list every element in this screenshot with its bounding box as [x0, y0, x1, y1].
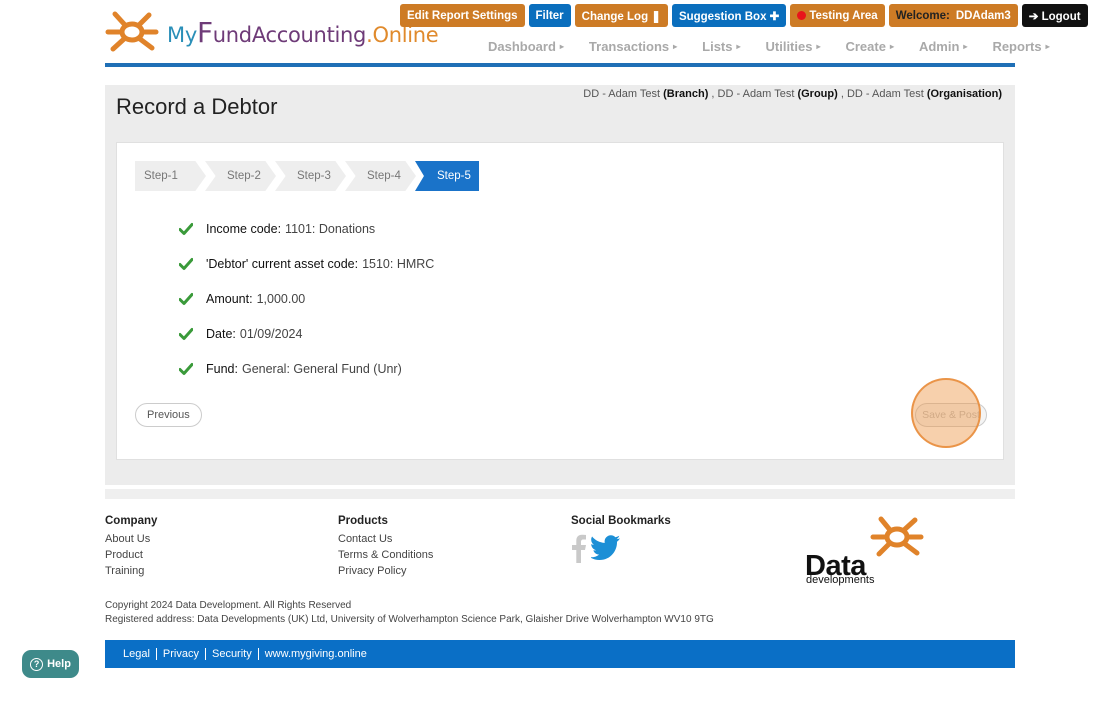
- summary-fund: Fund: General: General Fund (Unr): [179, 351, 434, 386]
- caret-right-icon: ▸: [816, 42, 821, 51]
- footer-company-heading: Company: [105, 515, 158, 527]
- panel-bottom-strip: [105, 489, 1015, 499]
- header-divider: [105, 63, 1015, 67]
- footer-link-privacy-policy[interactable]: Privacy Policy: [338, 565, 433, 577]
- footer-bar-legal[interactable]: Legal: [117, 648, 156, 660]
- footer-company: Company About Us Product Training: [105, 515, 157, 581]
- footer-link-contact-us[interactable]: Contact Us: [338, 533, 433, 545]
- top-action-bar: Edit Report Settings Filter Change Log ❚…: [400, 4, 1088, 27]
- nav-lists[interactable]: Lists ▸: [702, 39, 740, 54]
- question-icon: ?: [30, 657, 44, 671]
- wizard-steps: Step-1 Step-2 Step-3 Step-4 Step-5: [135, 161, 479, 191]
- caret-right-icon: ▸: [559, 42, 564, 51]
- twitter-icon[interactable]: [591, 535, 621, 561]
- suggestion-box-button[interactable]: Suggestion Box ✚: [671, 4, 787, 27]
- registered-address: Registered address: Data Developments (U…: [105, 614, 714, 625]
- step-3[interactable]: Step-3: [275, 161, 346, 191]
- footer-link-about-us[interactable]: About Us: [105, 533, 157, 545]
- help-button[interactable]: ? Help: [22, 650, 79, 678]
- breadcrumb: DD - Adam Test (Branch) , DD - Adam Test…: [583, 88, 1002, 100]
- step-1[interactable]: Step-1: [135, 161, 206, 191]
- step-2[interactable]: Step-2: [205, 161, 276, 191]
- red-dot-icon: [797, 11, 807, 20]
- caret-right-icon: ▸: [963, 42, 968, 51]
- social-icons: [571, 533, 671, 563]
- welcome-user-button[interactable]: Welcome: DDAdam3: [888, 4, 1018, 27]
- summary-income-code: Income code: 1101: Donations: [179, 211, 434, 246]
- caret-right-icon: ▸: [673, 42, 678, 51]
- footer-products-heading: Products: [338, 515, 388, 527]
- check-icon: [179, 257, 193, 270]
- footer-bar-privacy[interactable]: Privacy: [155, 648, 205, 660]
- copyright-block: Copyright 2024 Data Development. All Rig…: [105, 599, 714, 627]
- footer-social: Social Bookmarks: [571, 515, 671, 563]
- caret-right-icon: ▸: [1045, 42, 1050, 51]
- nav-create[interactable]: Create ▸: [845, 39, 893, 54]
- click-highlight: [911, 378, 981, 448]
- step-4[interactable]: Step-4: [345, 161, 416, 191]
- app-logo[interactable]: MyFundAccounting.Online: [105, 10, 439, 54]
- edit-report-settings-button[interactable]: Edit Report Settings: [400, 4, 525, 27]
- page-title: Record a Debtor: [116, 94, 278, 119]
- testing-area-button[interactable]: Testing Area: [790, 4, 885, 27]
- summary-date: Date: 01/09/2024: [179, 316, 434, 351]
- footer-bar-website[interactable]: www.mygiving.online: [257, 648, 373, 660]
- change-log-button[interactable]: Change Log ❚: [574, 4, 668, 27]
- footer-products: Products Contact Us Terms & Conditions P…: [338, 515, 433, 581]
- dd-star-icon: [870, 516, 924, 557]
- step-5[interactable]: Step-5: [415, 161, 479, 191]
- wizard-card: Step-1 Step-2 Step-3 Step-4 Step-5 Incom…: [116, 142, 1004, 460]
- summary-list: Income code: 1101: Donations 'Debtor' cur…: [179, 211, 434, 386]
- logo-star-icon: [105, 11, 159, 52]
- check-icon: [179, 327, 193, 340]
- caret-right-icon: ▸: [889, 42, 894, 51]
- content-panel: Record a Debtor DD - Adam Test (Branch) …: [105, 85, 1015, 485]
- nav-admin[interactable]: Admin ▸: [919, 39, 967, 54]
- help-label: Help: [47, 658, 71, 670]
- footer-link-bar: Legal Privacy Security www.mygiving.onli…: [105, 640, 1015, 668]
- footer-link-training[interactable]: Training: [105, 565, 157, 577]
- data-developments-logo[interactable]: Data developments: [805, 515, 925, 587]
- nav-utilities[interactable]: Utilities ▸: [766, 39, 821, 54]
- main-nav: Dashboard ▸ Transactions ▸ Lists ▸ Utilitie…: [488, 39, 1050, 54]
- filter-button[interactable]: Filter: [528, 4, 571, 27]
- check-icon: [179, 222, 193, 235]
- summary-amount: Amount: 1,000.00: [179, 281, 434, 316]
- nav-dashboard[interactable]: Dashboard ▸: [488, 39, 564, 54]
- copyright-text: Copyright 2024 Data Development. All Rig…: [105, 600, 352, 611]
- logo-wordmark: MyFundAccounting.Online: [167, 15, 439, 49]
- footer-link-terms[interactable]: Terms & Conditions: [338, 549, 433, 561]
- previous-button[interactable]: Previous: [135, 403, 202, 427]
- nav-transactions[interactable]: Transactions ▸: [589, 39, 677, 54]
- check-icon: [179, 292, 193, 305]
- caret-right-icon: ▸: [736, 42, 741, 51]
- footer-bar-security[interactable]: Security: [204, 648, 258, 660]
- dd-logo-sub: developments: [806, 574, 875, 586]
- facebook-icon[interactable]: [571, 533, 587, 563]
- footer-link-product[interactable]: Product: [105, 549, 157, 561]
- summary-debtor-code: 'Debtor' current asset code: 1510: HMRC: [179, 246, 434, 281]
- check-icon: [179, 362, 193, 375]
- nav-reports[interactable]: Reports ▸: [992, 39, 1049, 54]
- footer-social-heading: Social Bookmarks: [571, 515, 671, 527]
- logout-button[interactable]: ➔ Logout: [1021, 4, 1088, 27]
